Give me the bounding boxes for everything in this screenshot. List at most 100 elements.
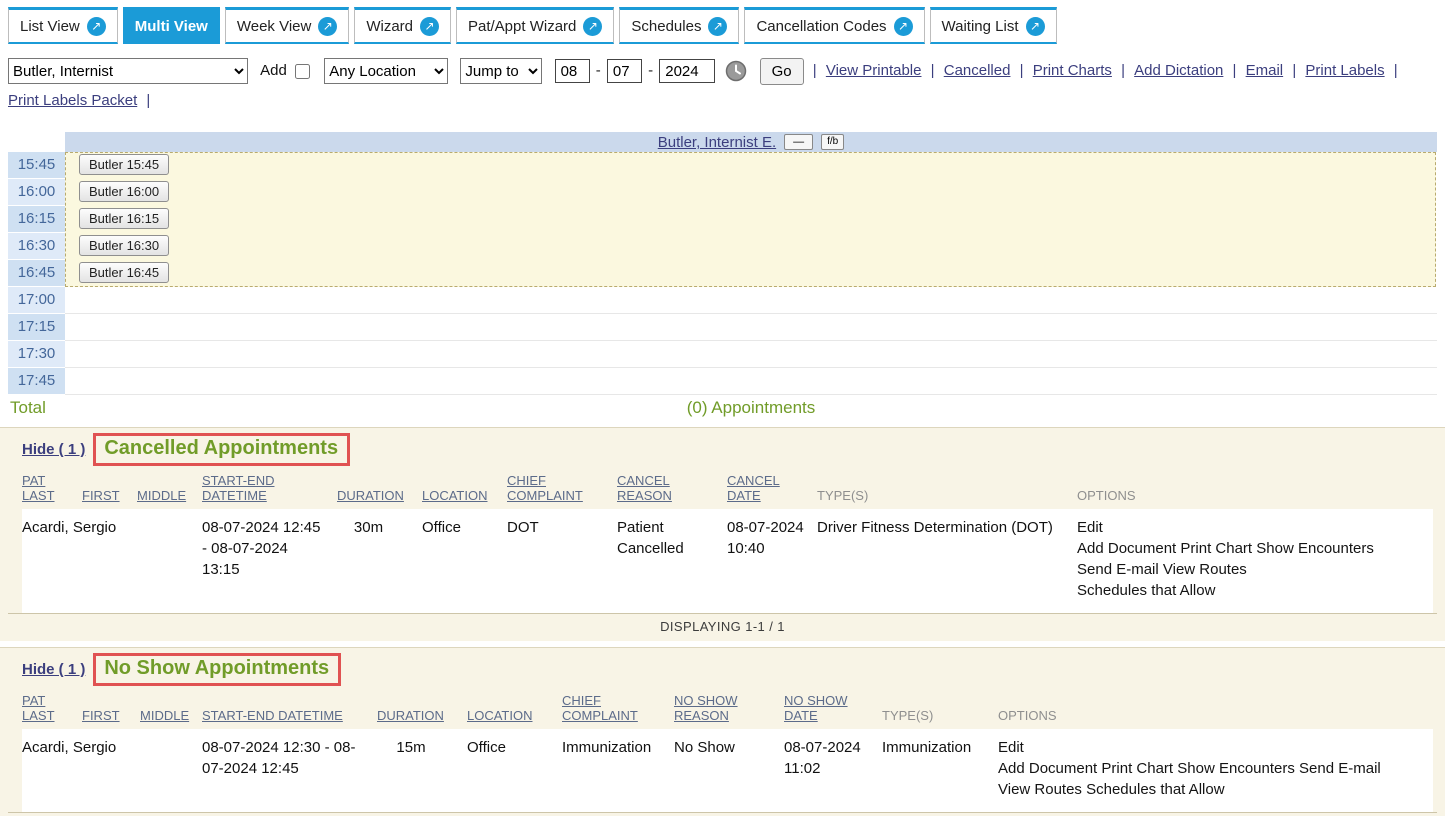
schedule-row: 17:15 <box>8 314 1437 341</box>
link-email[interactable]: Email <box>1246 62 1284 79</box>
link-separator: | <box>1233 62 1237 79</box>
time-column-header <box>8 132 65 152</box>
option-print-chart[interactable]: Print Chart <box>1101 760 1173 777</box>
col-header-pat-last[interactable]: PAT LAST <box>22 473 55 503</box>
date-day-input[interactable] <box>607 59 642 83</box>
provider-link[interactable]: Butler, Internist E. <box>658 134 776 151</box>
col-header-cancel-reason[interactable]: CANCEL REASON <box>617 473 672 503</box>
cell-duration: 30m <box>337 509 422 613</box>
option-schedules-that-allow[interactable]: Schedules that Allow <box>1086 781 1224 798</box>
open-new-window-icon[interactable]: ↗ <box>1026 17 1045 36</box>
time-label: 17:45 <box>8 368 65 395</box>
option-show-encounters[interactable]: Show Encounters <box>1177 760 1295 777</box>
cell-chief-complaint: Immunization <box>562 729 674 812</box>
cell-patient-name: Acardi, Sergio <box>22 729 202 812</box>
open-new-window-icon[interactable]: ↗ <box>318 17 337 36</box>
clock-icon[interactable] <box>725 60 747 82</box>
slot-button[interactable]: Butler 16:45 <box>79 262 169 283</box>
slot-button[interactable]: Butler 15:45 <box>79 154 169 175</box>
tab-pat-appt-wizard[interactable]: Pat/Appt Wizard ↗ <box>456 7 614 44</box>
empty-slot-cell[interactable] <box>65 287 1437 314</box>
col-header-chief-complaint[interactable]: CHIEF COMPLAINT <box>562 693 638 723</box>
link-print-labels-packet[interactable]: Print Labels Packet <box>8 92 137 109</box>
add-checkbox[interactable] <box>295 64 310 79</box>
open-new-window-icon[interactable]: ↗ <box>420 17 439 36</box>
table-row: Acardi, Sergio 08-07-2024 12:30 - 08-07-… <box>22 729 1433 812</box>
hide-cancelled-link[interactable]: Hide ( 1 ) <box>22 441 85 458</box>
minimize-button[interactable]: — <box>784 134 813 150</box>
empty-slot-cell[interactable] <box>65 341 1437 368</box>
option-add-document[interactable]: Add Document <box>1077 540 1176 557</box>
option-print-chart[interactable]: Print Chart <box>1180 540 1252 557</box>
tab-list-view[interactable]: List View ↗ <box>8 7 118 44</box>
no-show-section-header: Hide ( 1 ) No Show Appointments <box>8 648 1437 689</box>
link-print-labels[interactable]: Print Labels <box>1305 62 1384 79</box>
option-send-email[interactable]: Send E-mail <box>1077 561 1159 578</box>
option-schedules-that-allow[interactable]: Schedules that Allow <box>1077 582 1215 599</box>
link-cancelled[interactable]: Cancelled <box>944 62 1011 79</box>
col-header-no-show-date[interactable]: NO SHOW DATE <box>784 693 848 723</box>
hide-no-show-link[interactable]: Hide ( 1 ) <box>22 661 85 678</box>
option-view-routes[interactable]: View Routes <box>998 781 1082 798</box>
link-view-printable[interactable]: View Printable <box>826 62 922 79</box>
date-year-input[interactable] <box>659 59 715 83</box>
slot-button[interactable]: Butler 16:00 <box>79 181 169 202</box>
col-header-cancel-date[interactable]: CANCEL DATE <box>727 473 780 503</box>
link-separator: | <box>813 62 817 79</box>
open-new-window-icon[interactable]: ↗ <box>583 17 602 36</box>
col-header-first[interactable]: FIRST <box>82 708 120 723</box>
open-new-window-icon[interactable]: ↗ <box>708 17 727 36</box>
option-edit[interactable]: Edit <box>998 739 1024 756</box>
tab-waiting-list[interactable]: Waiting List ↗ <box>930 7 1057 44</box>
tab-multi-view[interactable]: Multi View <box>123 7 220 44</box>
col-header-no-show-reason[interactable]: NO SHOW REASON <box>674 693 738 723</box>
go-button[interactable]: Go <box>760 58 804 85</box>
option-view-routes[interactable]: View Routes <box>1163 561 1247 578</box>
tab-wizard[interactable]: Wizard ↗ <box>354 7 451 44</box>
open-new-window-icon[interactable]: ↗ <box>894 17 913 36</box>
cancelled-section-header: Hide ( 1 ) Cancelled Appointments <box>8 428 1437 469</box>
col-header-start-end[interactable]: START-END DATETIME <box>202 708 343 723</box>
provider-select[interactable]: Butler, Internist <box>8 58 248 84</box>
open-new-window-icon[interactable]: ↗ <box>87 17 106 36</box>
empty-slot-cell[interactable] <box>65 368 1437 395</box>
col-header-start-end[interactable]: START-END DATETIME <box>202 473 274 503</box>
option-edit[interactable]: Edit <box>1077 519 1103 536</box>
link-separator: | <box>146 92 150 109</box>
cell-duration: 15m <box>377 729 467 812</box>
annotation-box: Cancelled Appointments <box>93 433 350 466</box>
tab-week-view[interactable]: Week View ↗ <box>225 7 349 44</box>
col-header-duration[interactable]: DURATION <box>337 488 404 503</box>
slot-button[interactable]: Butler 16:30 <box>79 235 169 256</box>
date-separator: - <box>596 62 601 79</box>
date-month-input[interactable] <box>555 59 590 83</box>
col-header-pat-last[interactable]: PAT LAST <box>22 693 55 723</box>
col-header-first[interactable]: FIRST <box>82 488 120 503</box>
schedule-row: 15:45 Butler 15:45 <box>8 152 1437 179</box>
tab-schedules[interactable]: Schedules ↗ <box>619 7 739 44</box>
cell-types: Driver Fitness Determination (DOT) <box>817 509 1077 613</box>
col-header-chief-complaint[interactable]: CHIEF COMPLAINT <box>507 473 583 503</box>
option-add-document[interactable]: Add Document <box>998 760 1097 777</box>
time-label: 15:45 <box>8 152 65 179</box>
col-header-middle[interactable]: MIDDLE <box>140 708 189 723</box>
jump-to-select[interactable]: Jump to <box>460 58 542 84</box>
cell-no-show-date: 08-07-2024 11:02 <box>784 729 882 812</box>
cancelled-appointments-section: Hide ( 1 ) Cancelled Appointments PAT LA… <box>0 427 1445 641</box>
fb-button[interactable]: f/b <box>821 134 844 150</box>
col-header-location[interactable]: LOCATION <box>422 488 488 503</box>
col-header-duration[interactable]: DURATION <box>377 708 444 723</box>
col-header-middle[interactable]: MIDDLE <box>137 488 186 503</box>
provider-column-header: Butler, Internist E. — f/b <box>65 132 1437 152</box>
link-print-charts[interactable]: Print Charts <box>1033 62 1112 79</box>
link-add-dictation[interactable]: Add Dictation <box>1134 62 1223 79</box>
tab-cancellation-codes[interactable]: Cancellation Codes ↗ <box>744 7 924 44</box>
cell-patient-name: Acardi, Sergio <box>22 509 202 613</box>
col-header-location[interactable]: LOCATION <box>467 708 533 723</box>
option-show-encounters[interactable]: Show Encounters <box>1256 540 1374 557</box>
option-send-email[interactable]: Send E-mail <box>1299 760 1381 777</box>
schedule-header: Butler, Internist E. — f/b <box>8 132 1437 152</box>
location-select[interactable]: Any Location <box>324 58 448 84</box>
slot-button[interactable]: Butler 16:15 <box>79 208 169 229</box>
empty-slot-cell[interactable] <box>65 314 1437 341</box>
